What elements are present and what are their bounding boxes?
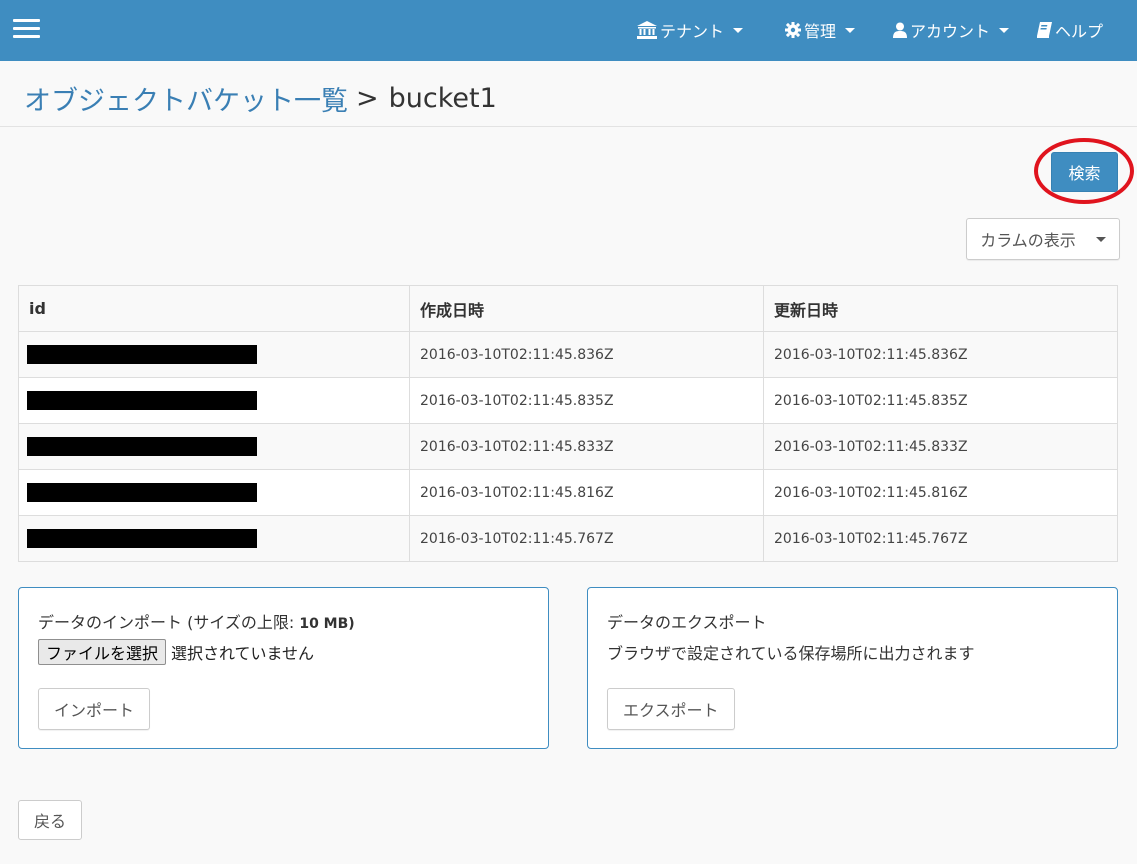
import-size-limit: 10 MB) bbox=[299, 616, 355, 632]
file-input: ファイルを選択 選択されていません bbox=[38, 639, 314, 665]
breadcrumb: オブジェクトバケット一覧 > bucket1 bbox=[24, 79, 497, 118]
table-row[interactable]: 2016-03-10T02:11:45.835Z 2016-03-10T02:1… bbox=[18, 377, 1118, 424]
page-header: オブジェクトバケット一覧 > bucket1 bbox=[0, 61, 1137, 127]
file-status-text: 選択されていません bbox=[171, 644, 315, 663]
table-row[interactable]: 2016-03-10T02:11:45.816Z 2016-03-10T02:1… bbox=[18, 469, 1118, 516]
chevron-down-icon bbox=[733, 27, 744, 33]
cell-created: 2016-03-10T02:11:45.835Z bbox=[409, 377, 764, 424]
bank-icon bbox=[637, 21, 657, 39]
nav-help-link[interactable]: ヘルプ bbox=[1037, 18, 1103, 42]
table-header-row: id 作成日時 更新日時 bbox=[18, 285, 1118, 332]
table-row[interactable]: 2016-03-10T02:11:45.836Z 2016-03-10T02:1… bbox=[18, 331, 1118, 378]
export-button[interactable]: エクスポート bbox=[607, 688, 735, 730]
column-header-id[interactable]: id bbox=[18, 285, 410, 332]
import-title-text: データのインポート (サイズの上限: bbox=[38, 613, 300, 632]
nav-tenant-menu[interactable]: テナント bbox=[637, 18, 744, 42]
export-panel: データのエクスポート ブラウザで設定されている保存場所に出力されます エクスポー… bbox=[587, 587, 1118, 749]
cell-id[interactable] bbox=[18, 469, 410, 516]
redacted-id bbox=[27, 437, 257, 456]
cell-created: 2016-03-10T02:11:45.833Z bbox=[409, 423, 764, 470]
import-panel-title: データのインポート (サイズの上限: 10 MB) bbox=[38, 609, 355, 633]
table-row[interactable]: 2016-03-10T02:11:45.767Z 2016-03-10T02:1… bbox=[18, 515, 1118, 562]
nav-help-label: ヘルプ bbox=[1055, 22, 1104, 41]
column-header-created[interactable]: 作成日時 bbox=[409, 285, 764, 332]
export-panel-title: データのエクスポート bbox=[607, 613, 767, 632]
redacted-id bbox=[27, 483, 257, 502]
breadcrumb-separator: > bbox=[356, 83, 379, 114]
export-description: ブラウザで設定されている保存場所に出力されます bbox=[607, 644, 975, 663]
cell-created: 2016-03-10T02:11:45.836Z bbox=[409, 331, 764, 378]
nav-tenant-label: テナント bbox=[660, 22, 725, 41]
user-icon bbox=[893, 22, 907, 38]
hamburger-menu-icon[interactable] bbox=[13, 19, 40, 40]
book-icon bbox=[1037, 22, 1052, 38]
cell-id[interactable] bbox=[18, 331, 410, 378]
nav-account-label: アカウント bbox=[910, 22, 991, 41]
nav-admin-label: 管理 bbox=[804, 22, 837, 41]
chevron-down-icon bbox=[845, 27, 856, 33]
table-row[interactable]: 2016-03-10T02:11:45.833Z 2016-03-10T02:1… bbox=[18, 423, 1118, 470]
objects-table: id 作成日時 更新日時 2016-03-10T02:11:45.836Z 20… bbox=[18, 285, 1118, 562]
choose-file-button[interactable]: ファイルを選択 bbox=[38, 639, 167, 665]
column-visibility-button[interactable]: カラムの表示 bbox=[966, 218, 1120, 260]
chevron-down-icon bbox=[1095, 236, 1106, 242]
cell-updated: 2016-03-10T02:11:45.816Z bbox=[763, 469, 1118, 516]
top-navbar: テナント 管理 アカウント ヘルプ bbox=[0, 0, 1137, 61]
breadcrumb-bucket-list-link[interactable]: オブジェクトバケット一覧 bbox=[24, 79, 348, 118]
cell-updated: 2016-03-10T02:11:45.767Z bbox=[763, 515, 1118, 562]
breadcrumb-current: bucket1 bbox=[388, 83, 497, 114]
cell-updated: 2016-03-10T02:11:45.835Z bbox=[763, 377, 1118, 424]
import-button[interactable]: インポート bbox=[38, 688, 151, 730]
search-button[interactable]: 検索 bbox=[1051, 152, 1118, 192]
cell-id[interactable] bbox=[18, 515, 410, 562]
cell-id[interactable] bbox=[18, 377, 410, 424]
gear-icon bbox=[785, 22, 801, 38]
cell-updated: 2016-03-10T02:11:45.833Z bbox=[763, 423, 1118, 470]
redacted-id bbox=[27, 529, 257, 548]
column-visibility-label: カラムの表示 bbox=[980, 231, 1076, 250]
column-header-updated[interactable]: 更新日時 bbox=[763, 285, 1118, 332]
cell-id[interactable] bbox=[18, 423, 410, 470]
redacted-id bbox=[27, 391, 257, 410]
chevron-down-icon bbox=[999, 27, 1010, 33]
cell-updated: 2016-03-10T02:11:45.836Z bbox=[763, 331, 1118, 378]
redacted-id bbox=[27, 345, 257, 364]
cell-created: 2016-03-10T02:11:45.767Z bbox=[409, 515, 764, 562]
nav-account-menu[interactable]: アカウント bbox=[893, 18, 1010, 42]
nav-admin-menu[interactable]: 管理 bbox=[785, 18, 856, 42]
import-panel: データのインポート (サイズの上限: 10 MB) ファイルを選択 選択されてい… bbox=[18, 587, 549, 749]
cell-created: 2016-03-10T02:11:45.816Z bbox=[409, 469, 764, 516]
back-button[interactable]: 戻る bbox=[18, 800, 82, 840]
